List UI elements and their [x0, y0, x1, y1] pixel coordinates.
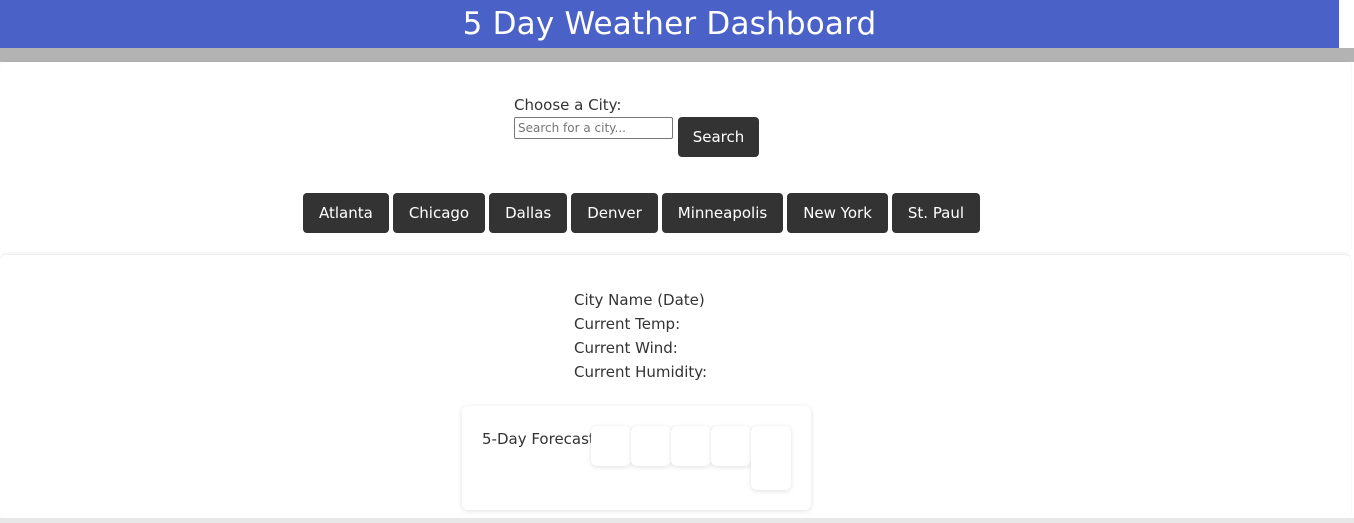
search-button[interactable]: Search — [678, 117, 759, 157]
current-wind: Current Wind: — [574, 339, 678, 357]
search-form: Choose a City: — [514, 96, 673, 139]
city-button-st-paul[interactable]: St. Paul — [891, 193, 981, 233]
header-divider — [0, 48, 1354, 62]
city-button-dallas[interactable]: Dallas — [489, 193, 568, 233]
current-weather: City Name (Date) Current Temp: Current W… — [574, 288, 707, 384]
forecast-panel: 5-Day Forecast: — [462, 406, 811, 510]
forecast-label: 5-Day Forecast: — [482, 430, 600, 448]
current-humidity: Current Humidity: — [574, 363, 708, 381]
search-card: Choose a City: Search Atlanta Chicago Da… — [0, 62, 1351, 252]
page-title: 5 Day Weather Dashboard — [462, 6, 877, 42]
weather-results-card: City Name (Date) Current Temp: Current W… — [0, 254, 1351, 518]
forecast-day-card — [591, 426, 631, 466]
forecast-day-card — [711, 426, 751, 466]
city-button-minneapolis[interactable]: Minneapolis — [661, 193, 784, 233]
city-button-denver[interactable]: Denver — [571, 193, 658, 233]
page-footer-edge — [0, 518, 1354, 523]
forecast-day-card — [671, 426, 711, 466]
city-button-list: Atlanta Chicago Dallas Denver Minneapoli… — [303, 193, 981, 233]
city-button-atlanta[interactable]: Atlanta — [303, 193, 389, 233]
page-header: 5 Day Weather Dashboard — [0, 0, 1339, 48]
current-temp: Current Temp: — [574, 315, 681, 333]
forecast-day-card — [631, 426, 671, 466]
search-input[interactable] — [514, 117, 673, 139]
city-button-chicago[interactable]: Chicago — [392, 193, 486, 233]
forecast-day-card — [751, 426, 791, 490]
city-name-date: City Name (Date) — [574, 291, 705, 309]
search-label: Choose a City: — [514, 96, 622, 114]
city-button-new-york[interactable]: New York — [787, 193, 888, 233]
